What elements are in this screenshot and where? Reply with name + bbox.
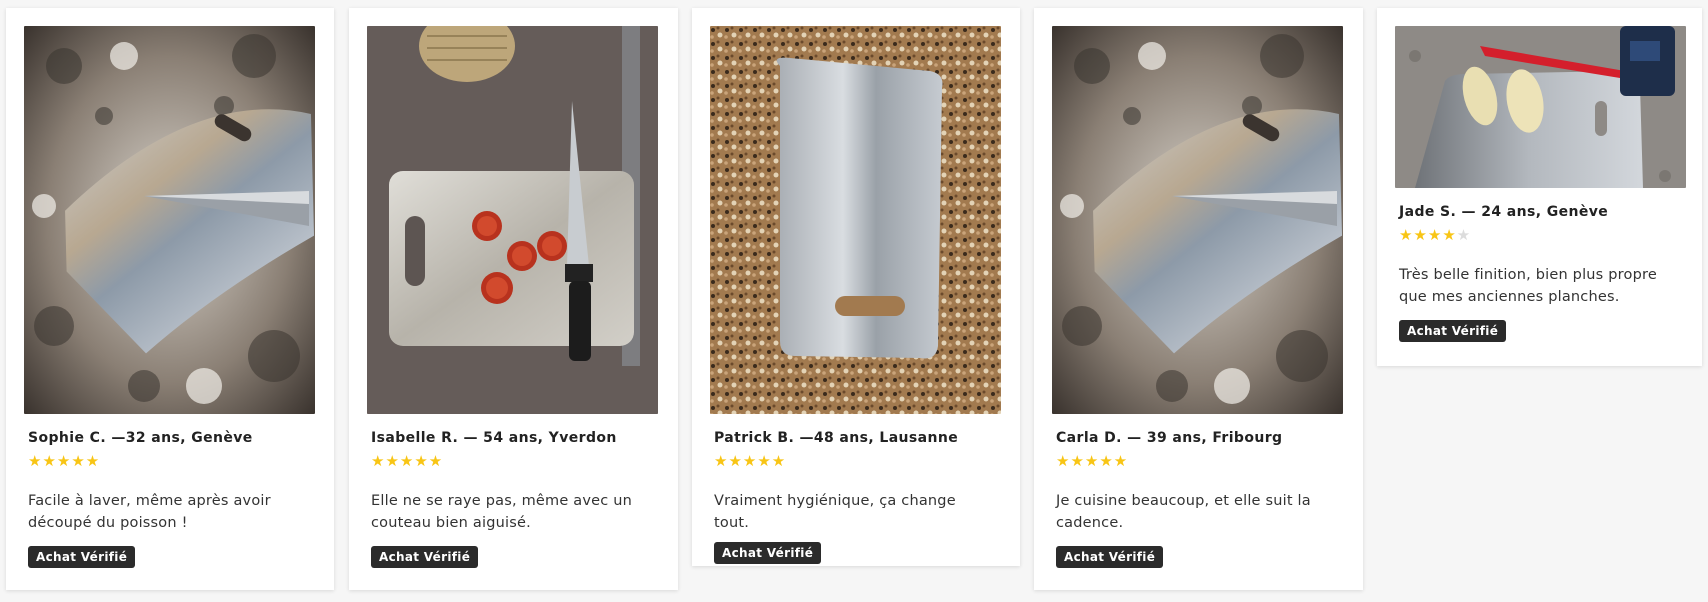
reviews-row: Sophie C. —32 ans, Genève ★★★★★ Facile à… (0, 0, 1708, 602)
review-text: Elle ne se raye pas, même avec un coutea… (371, 493, 633, 531)
verified-badge: Achat Vérifié (28, 546, 136, 568)
review-card: Isabelle R. — 54 ans, Yverdon ★★★★★ Elle… (349, 8, 678, 590)
verified-badge: Achat Vérifié (1399, 320, 1507, 342)
reviewer-name: Isabelle R. — 54 ans, Yverdon (371, 430, 617, 446)
star-icon: ★★★★★ (714, 452, 787, 470)
reviewer-name: Jade S. — 24 ans, Genève (1399, 204, 1609, 220)
reviewer-name: Patrick B. —48 ans, Lausanne (714, 430, 959, 446)
review-card: Carla D. — 39 ans, Fribourg ★★★★★ Je cui… (1034, 8, 1363, 590)
star-rating: ★★★★★ (371, 452, 660, 470)
verified-badge: Achat Vérifié (1056, 546, 1164, 568)
review-text: Facile à laver, même après avoir découpé… (28, 493, 271, 531)
star-icon: ★★★★★ (28, 452, 101, 470)
star-rating: ★★★★★ (1056, 452, 1345, 470)
review-text: Je cuisine beaucoup, et elle suit la cad… (1056, 493, 1311, 531)
review-card: Sophie C. —32 ans, Genève ★★★★★ Facile à… (6, 8, 334, 590)
review-card: Jade S. — 24 ans, Genève ★★★★★ Très bell… (1377, 8, 1702, 366)
reviewer-name: Sophie C. —32 ans, Genève (28, 430, 253, 446)
review-text: Très belle finition, bien plus propre qu… (1399, 267, 1657, 305)
star-rating: ★★★★★ (28, 452, 316, 470)
review-photo[interactable] (1395, 26, 1686, 188)
star-empty-icon: ★ (1456, 226, 1472, 244)
star-rating: ★★★★★ (1399, 226, 1684, 244)
review-photo[interactable] (24, 26, 315, 414)
review-card: Patrick B. —48 ans, Lausanne ★★★★★ Vraim… (692, 8, 1020, 566)
review-photo[interactable] (710, 26, 1001, 414)
review-photo[interactable] (1052, 26, 1343, 414)
verified-badge: Achat Vérifié (371, 546, 479, 568)
review-photo[interactable] (367, 26, 658, 414)
review-text: Vraiment hygiénique, ça change tout. (714, 493, 956, 531)
star-rating: ★★★★★ (714, 452, 1002, 470)
star-icon: ★★★★★ (1056, 452, 1129, 470)
reviewer-name: Carla D. — 39 ans, Fribourg (1056, 430, 1283, 446)
star-icon: ★★★★ (1399, 226, 1457, 244)
verified-badge: Achat Vérifié (714, 542, 822, 564)
star-icon: ★★★★★ (371, 452, 444, 470)
